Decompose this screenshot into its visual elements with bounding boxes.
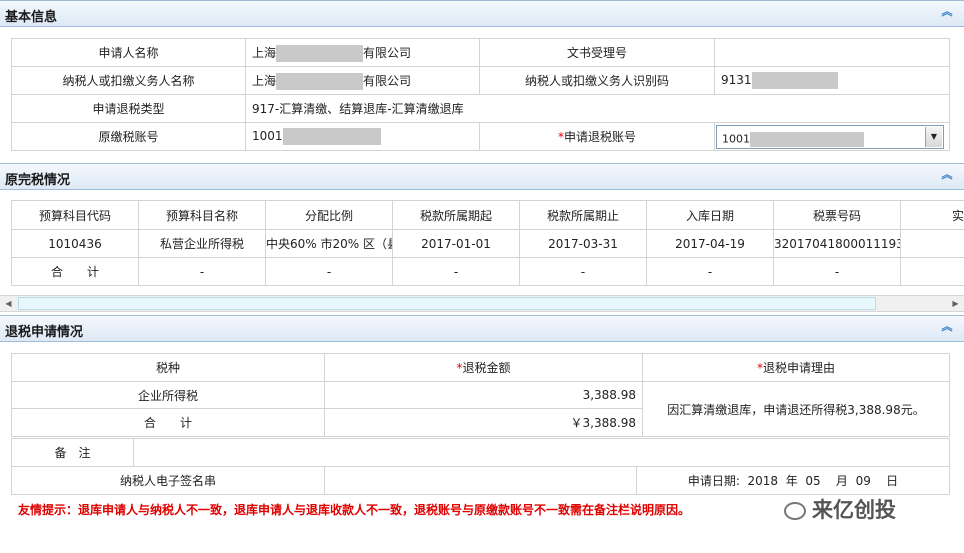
cell-period-start: 2017-01-01 bbox=[392, 229, 520, 258]
horizontal-scrollbar[interactable]: ◀ ▶ bbox=[0, 295, 964, 312]
orig-tax-table: 预算科目代码 预算科目名称 分配比例 税款所属期起 税款所属期止 入库日期 税票… bbox=[11, 200, 964, 286]
triangle-down-icon[interactable]: ▼ bbox=[925, 127, 942, 147]
double-chevron-up-icon[interactable]: ︽ bbox=[940, 320, 954, 334]
double-chevron-up-icon[interactable]: ︽ bbox=[940, 168, 954, 182]
orig-tax-title: 原完税情况 bbox=[5, 173, 71, 188]
wechat-icon bbox=[784, 502, 806, 520]
doc-number-label: 文书受理号 bbox=[479, 38, 715, 67]
table-row: 1010436 私营企业所得税 中央60% 市20% 区（县） 2017-01-… bbox=[11, 229, 964, 258]
col-ticket-no: 税票号码 bbox=[773, 200, 901, 230]
taxpayer-id-label: 纳税人或扣缴义务人识别码 bbox=[479, 66, 715, 95]
refund-type-value: 917-汇算清缴、结算退库-汇算清缴退库 bbox=[245, 94, 950, 123]
remark-table: 备 注 bbox=[11, 438, 950, 467]
col-paid: 实缴 bbox=[900, 200, 964, 230]
total-label: 合 计 bbox=[11, 257, 139, 286]
basic-info-header: 基本信息 ︽ bbox=[0, 0, 964, 27]
table-row: 企业所得税 3,388.98 因汇算清缴退库，申请退还所得税3,388.98元。 bbox=[11, 381, 950, 437]
refund-account-selected: 1001 bbox=[722, 132, 864, 147]
total-dash: - bbox=[646, 257, 774, 286]
double-chevron-up-icon[interactable]: ︽ bbox=[940, 5, 954, 19]
taxpayer-id-value: 9131 bbox=[714, 66, 950, 95]
col-refund-reason: *退税申请理由 bbox=[642, 353, 950, 382]
col-refund-amount: *退税金额 bbox=[324, 353, 643, 382]
col-period-start: 税款所属期起 bbox=[392, 200, 520, 230]
refund-apply-table: 税种 *退税金额 *退税申请理由 企业所得税 3,388.98 因汇算清缴退库，… bbox=[11, 353, 950, 437]
col-budget-name: 预算科目名称 bbox=[138, 200, 266, 230]
basic-info-title: 基本信息 bbox=[5, 10, 58, 25]
refund-account-label: *申请退税账号 bbox=[479, 122, 715, 151]
doc-number-value bbox=[714, 38, 950, 67]
orig-account-label: 原缴税账号 bbox=[11, 122, 246, 151]
scrollbar-thumb[interactable] bbox=[18, 297, 876, 310]
col-budget-code: 预算科目代码 bbox=[11, 200, 139, 230]
cell-period-end: 2017-03-31 bbox=[519, 229, 647, 258]
refund-apply-header: 退税申请情况 ︽ bbox=[0, 315, 964, 342]
cell-budget-code: 1010436 bbox=[11, 229, 139, 258]
apply-month: 05 bbox=[805, 474, 821, 488]
applicant-name-value: 上海 有限公司 bbox=[245, 38, 480, 67]
sign-value bbox=[324, 466, 637, 495]
total-dash: - bbox=[773, 257, 901, 286]
cell-budget-name: 私营企业所得税 bbox=[138, 229, 266, 258]
refund-apply-title: 退税申请情况 bbox=[5, 325, 84, 340]
apply-date: 申请日期: 2018 年 05 月 09 日 bbox=[636, 466, 950, 495]
total-dash: - bbox=[265, 257, 393, 286]
cell-refund-reason: 因汇算清缴退库，申请退还所得税3,388.98元。 bbox=[642, 381, 950, 437]
orig-account-value: 1001 bbox=[245, 122, 480, 151]
refund-total-label: 合 计 bbox=[11, 408, 325, 437]
triangle-right-icon[interactable]: ▶ bbox=[947, 296, 964, 311]
cell-ratio: 中央60% 市20% 区（县） bbox=[265, 229, 393, 258]
cell-tax-type: 企业所得税 bbox=[11, 381, 325, 409]
cell-storage-date: 2017-04-19 bbox=[646, 229, 774, 258]
sign-label: 纳税人电子签名串 bbox=[11, 466, 325, 495]
sign-table: 纳税人电子签名串 申请日期: 2018 年 05 月 09 日 bbox=[11, 466, 950, 495]
table-row-total: 合 计 - - - - - - bbox=[11, 257, 964, 286]
refund-account-select[interactable]: 1001 ▼ bbox=[716, 125, 944, 149]
total-dash: - bbox=[138, 257, 266, 286]
triangle-left-icon[interactable]: ◀ bbox=[0, 296, 17, 311]
col-tax-type: 税种 bbox=[11, 353, 325, 382]
remark-input[interactable] bbox=[133, 438, 950, 467]
cell-refund-amount: 3,388.98 bbox=[324, 381, 643, 409]
refund-total-amount: ￥3,388.98 bbox=[324, 408, 643, 437]
applicant-name-label: 申请人名称 bbox=[11, 38, 246, 67]
taxpayer-name-value: 上海 有限公司 bbox=[245, 66, 480, 95]
total-dash: - bbox=[519, 257, 647, 286]
col-storage-date: 入库日期 bbox=[646, 200, 774, 230]
apply-year: 2018 bbox=[747, 474, 779, 488]
taxpayer-name-label: 纳税人或扣缴义务人名称 bbox=[11, 66, 246, 95]
orig-tax-header: 原完税情况 ︽ bbox=[0, 163, 964, 190]
cell-ticket-no: 320170418000111931 bbox=[773, 229, 901, 258]
col-period-end: 税款所属期止 bbox=[519, 200, 647, 230]
cell-paid bbox=[900, 229, 964, 258]
apply-day: 09 bbox=[855, 474, 871, 488]
orig-tax-scroll-area: 预算科目代码 预算科目名称 分配比例 税款所属期起 税款所属期止 入库日期 税票… bbox=[0, 200, 964, 292]
watermark: 来亿创投 bbox=[784, 494, 896, 524]
col-ratio: 分配比例 bbox=[265, 200, 393, 230]
total-dash: - bbox=[392, 257, 520, 286]
remark-label: 备 注 bbox=[11, 438, 134, 467]
refund-type-label: 申请退税类型 bbox=[11, 94, 246, 123]
friendly-notice: 友情提示：退库申请人与纳税人不一致，退库申请人与退库收款人不一致，退税账号与原缴… bbox=[18, 503, 691, 517]
total-empty bbox=[900, 257, 964, 286]
